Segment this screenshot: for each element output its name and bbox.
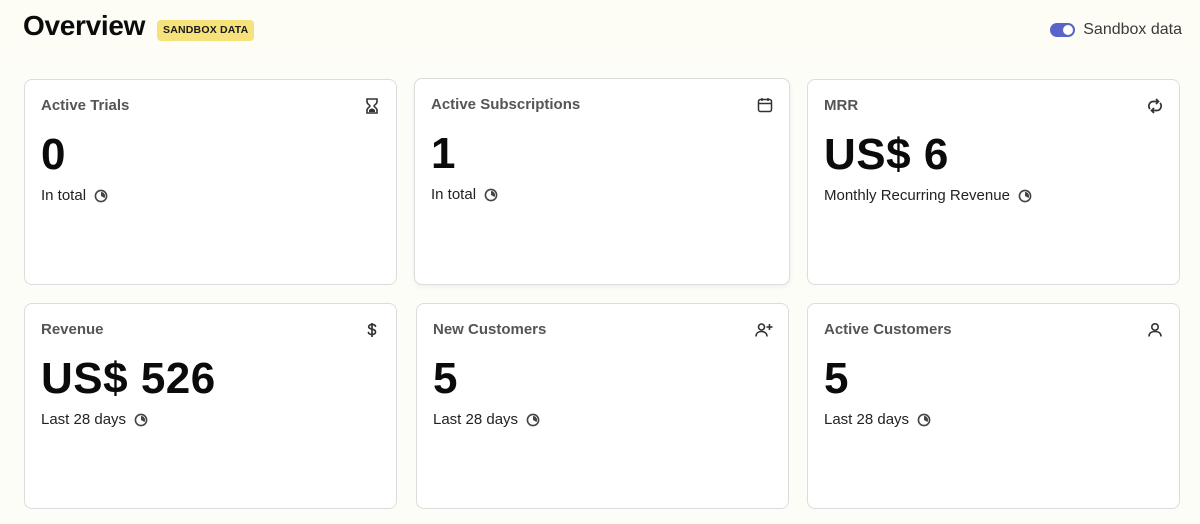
card-active-trials[interactable]: Active Trials 0 In total bbox=[24, 79, 397, 285]
card-title: Active Customers bbox=[824, 321, 952, 338]
card-subtitle: Last 28 days bbox=[433, 411, 540, 428]
card-title: Revenue bbox=[41, 321, 104, 338]
card-title: Active Trials bbox=[41, 97, 130, 114]
card-value: 5 bbox=[824, 354, 849, 403]
add-user-icon bbox=[755, 321, 773, 339]
toggle-switch[interactable] bbox=[1050, 23, 1076, 37]
card-subtitle-text: Last 28 days bbox=[433, 411, 519, 428]
card-title: Active Subscriptions bbox=[431, 96, 581, 113]
sandbox-badge: SANDBOX DATA bbox=[157, 20, 255, 41]
card-subtitle: Last 28 days bbox=[824, 411, 931, 428]
card-value: 5 bbox=[433, 354, 458, 403]
card-active-subscriptions[interactable]: Active Subscriptions 1 In total bbox=[414, 78, 790, 285]
card-subtitle: In total bbox=[431, 186, 498, 203]
page-header: Overview SANDBOX DATA Sandbox data bbox=[0, 0, 1200, 60]
toggle-label: Sandbox data bbox=[1083, 21, 1182, 38]
card-mrr[interactable]: MRR US$ 6 Monthly Recurring Revenue bbox=[807, 79, 1180, 285]
card-subtitle: Last 28 days bbox=[41, 411, 148, 428]
info-icon[interactable] bbox=[134, 413, 148, 427]
info-icon[interactable] bbox=[526, 413, 540, 427]
card-subtitle-text: Monthly Recurring Revenue bbox=[824, 187, 1010, 204]
dollar-icon bbox=[363, 321, 381, 339]
info-icon[interactable] bbox=[94, 189, 108, 203]
card-title: New Customers bbox=[433, 321, 547, 338]
card-new-customers[interactable]: New Customers 5 Last 28 days bbox=[416, 303, 789, 509]
page-title: Overview bbox=[23, 10, 146, 41]
card-value: 1 bbox=[431, 129, 456, 178]
card-value: 0 bbox=[41, 130, 66, 179]
card-revenue[interactable]: Revenue US$ 526 Last 28 days bbox=[24, 303, 397, 509]
card-subtitle-text: In total bbox=[41, 187, 87, 204]
card-subtitle: In total bbox=[41, 187, 108, 204]
card-subtitle-text: Last 28 days bbox=[41, 411, 127, 428]
info-icon[interactable] bbox=[1018, 189, 1032, 203]
refresh-icon bbox=[1146, 97, 1164, 115]
toggle-knob bbox=[1063, 25, 1074, 35]
info-icon[interactable] bbox=[917, 413, 931, 427]
user-icon bbox=[1146, 321, 1164, 339]
info-icon[interactable] bbox=[484, 188, 498, 202]
card-subtitle-text: Last 28 days bbox=[824, 411, 910, 428]
card-value: US$ 526 bbox=[41, 354, 216, 403]
card-subtitle: Monthly Recurring Revenue bbox=[824, 187, 1032, 204]
card-title: MRR bbox=[824, 97, 859, 114]
card-value: US$ 6 bbox=[824, 130, 949, 179]
calendar-icon bbox=[756, 96, 774, 114]
sandbox-toggle[interactable]: Sandbox data bbox=[1050, 19, 1182, 41]
hourglass-icon bbox=[363, 97, 381, 115]
card-active-customers[interactable]: Active Customers 5 Last 28 days bbox=[807, 303, 1180, 509]
card-subtitle-text: In total bbox=[431, 186, 477, 203]
